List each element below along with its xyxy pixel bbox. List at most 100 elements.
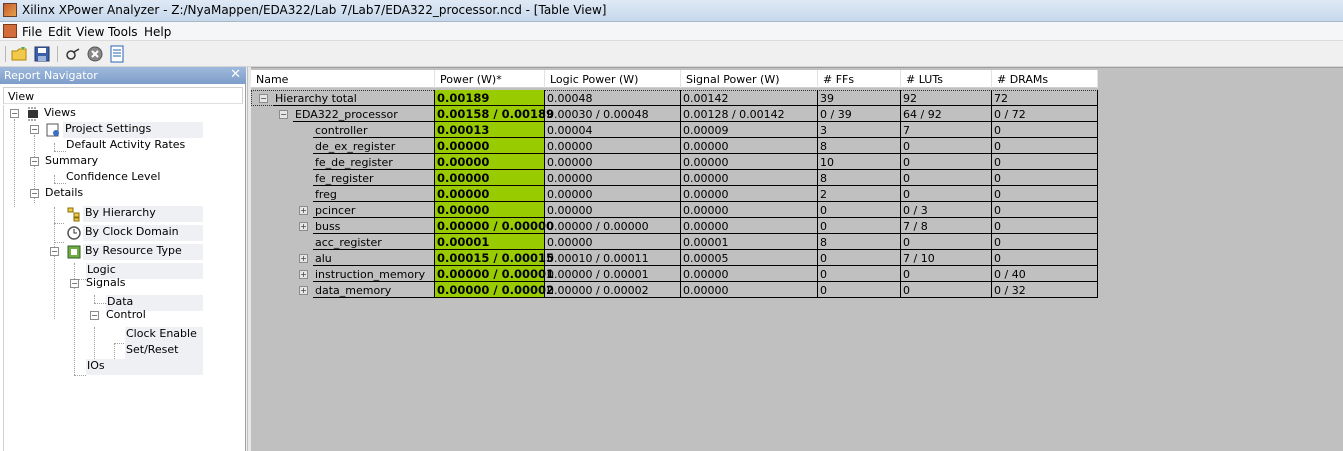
cell-name: buss [313, 218, 435, 234]
column-header-luts[interactable]: # LUTs [901, 70, 992, 88]
report-icon[interactable] [108, 45, 126, 63]
table-row[interactable]: − EDA322_processor 0.00158 / 0.00189 0.0003… [251, 106, 1098, 122]
cell-name: fe_register [313, 170, 435, 186]
tree-item-summary[interactable]: Summary [45, 154, 98, 170]
table-row[interactable]: + alu 0.00015 / 0.00015 0.00010 / 0.00011 0.… [251, 250, 1098, 266]
collapse-icon[interactable]: − [90, 311, 99, 320]
cell-luts: 0 [901, 138, 992, 154]
cell-ffs: 8 [818, 138, 901, 154]
tree-item-confidence-level[interactable]: Confidence Level [66, 170, 160, 186]
column-header-logic-power[interactable]: Logic Power (W) [545, 70, 681, 88]
cell-luts: 92 [901, 90, 992, 106]
tree-item-default-activity-rates[interactable]: Default Activity Rates [66, 138, 185, 154]
tree-item-details[interactable]: Details [45, 186, 83, 202]
cell-name: EDA322_processor [293, 106, 435, 122]
cell-ffs: 10 [818, 154, 901, 170]
table-row[interactable]: fe_register 0.00000 0.00000 0.00000 8 0 0 [251, 170, 1098, 186]
table-row[interactable]: + data_memory 0.00000 / 0.00002 0.00000 / 0… [251, 282, 1098, 298]
table-row[interactable]: de_ex_register 0.00000 0.00000 0.00000 8 0 0 [251, 138, 1098, 154]
tree-item-control[interactable]: Control [106, 308, 146, 324]
table-row[interactable]: + buss 0.00000 / 0.00000 0.00000 / 0.00000 0… [251, 218, 1098, 234]
table-row[interactable]: controller 0.00013 0.00004 0.00009 3 7 0 [251, 122, 1098, 138]
cell-power: 0.00000 [435, 138, 545, 154]
collapse-icon[interactable]: − [30, 189, 39, 198]
column-header-name[interactable]: Name [251, 70, 435, 88]
table-row[interactable]: − Hierarchy total 0.00189 0.00048 0.00142 39 9… [251, 90, 1098, 106]
expand-icon[interactable]: + [299, 286, 308, 295]
cell-luts: 0 [901, 234, 992, 250]
cell-luts: 7 [901, 122, 992, 138]
cell-power: 0.00013 [435, 122, 545, 138]
tree-item-by-clock-domain[interactable]: By Clock Domain [83, 225, 203, 241]
cell-signal: 0.00000 [681, 138, 818, 154]
table-row[interactable]: + instruction_memory 0.00000 / 0.00001 0.00… [251, 266, 1098, 282]
collapse-icon[interactable]: − [259, 94, 268, 103]
column-header-signal-power[interactable]: Signal Power (W) [681, 70, 818, 88]
tree-item-clock-enable[interactable]: Clock Enable [125, 327, 203, 343]
cell-signal: 0.00000 [681, 266, 818, 282]
cell-logic: 0.00000 [545, 154, 681, 170]
column-header-power[interactable]: Power (W)* [435, 70, 545, 88]
report-navigator-panel: Report Navigator ✕ View − Views − Projec… [0, 67, 246, 451]
cell-ffs: 3 [818, 122, 901, 138]
cell-luts: 7 / 8 [901, 218, 992, 234]
cell-power: 0.00000 / 0.00001 [435, 266, 554, 282]
table-row[interactable]: freg 0.00000 0.00000 0.00000 2 0 0 [251, 186, 1098, 202]
stop-icon[interactable] [86, 45, 104, 63]
cell-power: 0.00000 [435, 154, 545, 170]
cell-signal: 0.00001 [681, 234, 818, 250]
cell-drams: 0 [992, 138, 1098, 154]
cell-logic: 0.00048 [545, 90, 681, 106]
cell-luts: 64 / 92 [901, 106, 992, 122]
tree-item-by-resource-type[interactable]: By Resource Type [83, 244, 203, 260]
cell-ffs: 8 [818, 234, 901, 250]
cell-logic: 0.00000 [545, 138, 681, 154]
open-folder-icon[interactable] [11, 45, 29, 63]
cell-luts: 0 [901, 186, 992, 202]
collapse-icon[interactable]: − [70, 279, 79, 288]
cell-name: data_memory [313, 282, 435, 298]
cell-name: pcincer [313, 202, 435, 218]
filter-icon[interactable] [64, 45, 82, 63]
expand-icon[interactable]: + [299, 222, 308, 231]
tree-item-by-hierarchy[interactable]: By Hierarchy [83, 206, 203, 222]
cell-drams: 0 [992, 202, 1098, 218]
close-icon[interactable]: ✕ [230, 67, 241, 82]
cell-signal: 0.00142 [681, 90, 818, 106]
cell-name: de_ex_register [313, 138, 435, 154]
resource-type-icon [67, 245, 81, 259]
cell-ffs: 0 [818, 266, 901, 282]
table-row[interactable]: acc_register 0.00001 0.00000 0.00001 8 0 0 [251, 234, 1098, 250]
collapse-icon[interactable]: − [30, 125, 39, 134]
table-row[interactable]: fe_de_register 0.00000 0.00000 0.00000 10 0 0 [251, 154, 1098, 170]
menu-file[interactable]: File [22, 25, 42, 39]
tree-item-project-settings[interactable]: Project Settings [63, 122, 203, 138]
toolbar [0, 41, 1343, 67]
cell-power: 0.00189 [435, 90, 545, 106]
collapse-icon[interactable]: − [30, 157, 39, 166]
menu-tools[interactable]: Tools [108, 25, 138, 39]
menu-edit[interactable]: Edit [48, 25, 71, 39]
tree-item-views[interactable]: Views [44, 106, 76, 122]
collapse-icon[interactable]: − [10, 109, 19, 118]
column-header-ffs[interactable]: # FFs [818, 70, 901, 88]
table-row[interactable]: + pcincer 0.00000 0.00000 0.00000 0 0 / 30 [251, 202, 1098, 218]
column-header-drams[interactable]: # DRAMs [992, 70, 1098, 88]
cell-ffs: 8 [818, 170, 901, 186]
expand-icon[interactable]: + [299, 254, 308, 263]
cell-name: fe_de_register [313, 154, 435, 170]
menu-help[interactable]: Help [144, 25, 171, 39]
expand-icon[interactable]: + [299, 206, 308, 215]
tree-item-set-reset[interactable]: Set/Reset [125, 343, 203, 359]
tree-item-signals[interactable]: Signals [86, 276, 126, 292]
cell-logic: 0.00004 [545, 122, 681, 138]
settings-list-icon [46, 123, 59, 137]
document-icon[interactable] [3, 24, 17, 38]
expand-icon[interactable]: + [299, 270, 308, 279]
cell-name: Hierarchy total [273, 90, 435, 106]
menu-view[interactable]: View [76, 25, 104, 39]
collapse-icon[interactable]: − [279, 110, 288, 119]
collapse-icon[interactable]: − [50, 247, 59, 256]
tree-item-ios[interactable]: IOs [86, 359, 203, 375]
save-icon[interactable] [33, 45, 51, 63]
